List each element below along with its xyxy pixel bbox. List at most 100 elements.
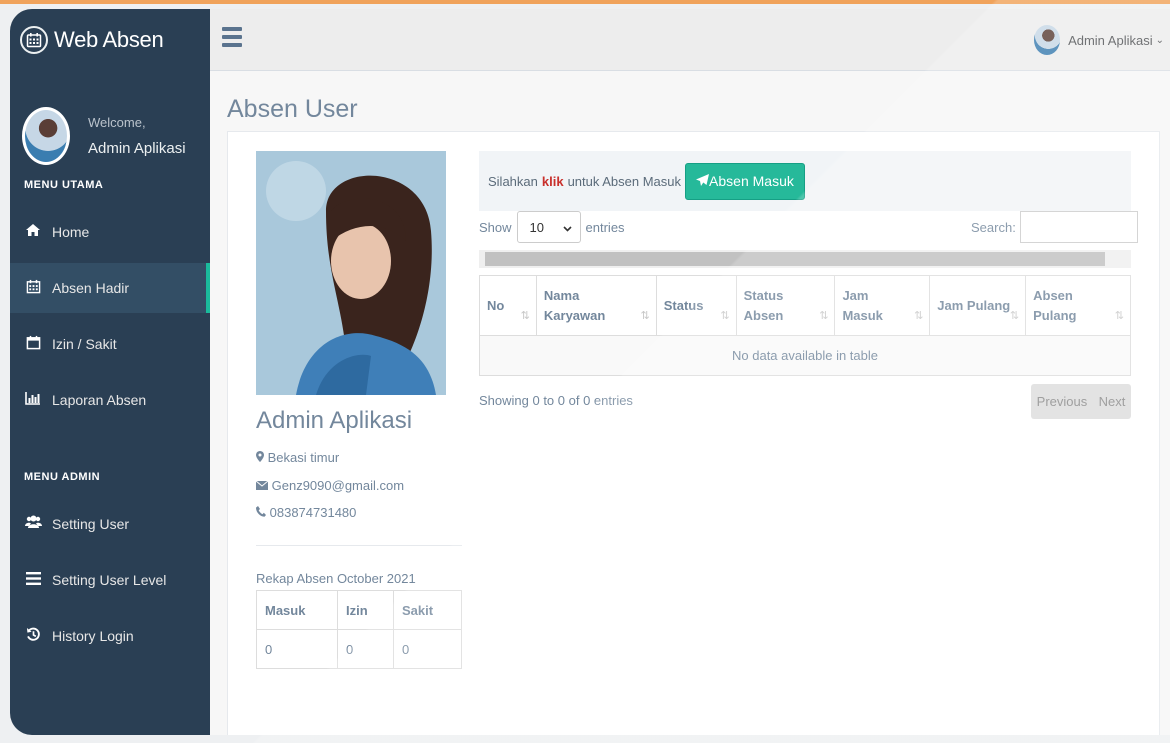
- absen-prompt: Silahkan klik untuk Absen Masuk Absen Ma…: [479, 151, 1131, 211]
- paper-plane-icon: [696, 173, 710, 189]
- rekap-value: 0: [256, 629, 338, 669]
- table-info: Showing 0 to 0 of 0 entries: [479, 393, 633, 408]
- column-header-status[interactable]: Status ⇅: [655, 275, 737, 336]
- sidebar-item-label: Home: [52, 224, 90, 240]
- chevron-down-icon: [562, 220, 572, 235]
- bar-chart-icon: [24, 391, 42, 409]
- column-header-no[interactable]: No ⇅: [479, 275, 537, 336]
- app-window: Web Absen Welcome, Admin Aplikasi MENU U…: [10, 9, 1170, 735]
- prompt-klik: klik: [541, 173, 564, 189]
- main-content: Absen User Admin Aplikasi Bekasi timur G…: [210, 71, 1170, 735]
- menu-toggle-icon[interactable]: [222, 27, 242, 47]
- sidebar-item-izin-sakit[interactable]: Izin / Sakit: [10, 319, 210, 369]
- phone-text: 083874731480: [269, 505, 357, 520]
- top-accent-stripe: [0, 0, 1170, 4]
- menu-section-admin: MENU ADMIN: [24, 471, 101, 483]
- location-line: Bekasi timur: [256, 450, 339, 465]
- phone-icon: [256, 505, 270, 520]
- avatar: [1034, 25, 1061, 55]
- sort-icon: ⇅: [1114, 310, 1124, 322]
- search-input[interactable]: [1019, 211, 1138, 243]
- brand[interactable]: Web Absen: [10, 9, 210, 71]
- email-line: Genz9090@gmail.com: [255, 478, 405, 493]
- column-header-jam-masuk[interactable]: Jam Masuk ⇅: [834, 275, 931, 336]
- calendar-icon: [24, 279, 42, 298]
- sidebar-item-label: Absen Hadir: [52, 280, 130, 296]
- avatar: [22, 107, 70, 165]
- sort-icon: ⇅: [640, 310, 650, 322]
- show-label: Show: [479, 219, 512, 235]
- column-header-status-absen[interactable]: Status Absen ⇅: [735, 275, 836, 336]
- envelope-icon: [255, 478, 272, 493]
- menu-section-utama: MENU UTAMA: [24, 179, 104, 191]
- column-header-jam-pulang[interactable]: Jam Pulang ⇅: [929, 275, 1027, 336]
- map-marker-icon: [256, 450, 268, 465]
- absen-masuk-label: Absen Masuk: [709, 173, 794, 189]
- absen-masuk-button[interactable]: Absen Masuk: [685, 162, 805, 200]
- absen-table: No ⇅ Nama Karyawan ⇅ Status ⇅ Status Abs…: [479, 275, 1131, 376]
- entries-label: entries: [585, 219, 625, 235]
- sort-icon: ⇅: [520, 310, 530, 322]
- column-header-nama-karyawan[interactable]: Nama Karyawan ⇅: [535, 275, 657, 336]
- table-row: No data available in table: [479, 335, 1131, 376]
- rekap-header: Masuk: [256, 590, 338, 630]
- history-icon: [24, 627, 42, 646]
- sidebar-item-label: History Login: [52, 628, 134, 644]
- scrollbar-thumb[interactable]: [485, 252, 1105, 266]
- sidebar-profile: Welcome, Admin Aplikasi: [10, 71, 210, 179]
- phone-line: 083874731480: [256, 505, 356, 520]
- prompt-text-after: untuk Absen Masuk: [567, 173, 682, 189]
- sidebar-item-absen-hadir[interactable]: Absen Hadir: [10, 263, 210, 313]
- divider: [256, 545, 462, 546]
- entries-select-value: 10: [529, 219, 544, 235]
- rekap-value: 0: [393, 629, 462, 669]
- next-button[interactable]: Next: [1099, 394, 1126, 409]
- email-text: Genz9090@gmail.com: [271, 478, 405, 493]
- search-label: Search:: [971, 219, 1016, 235]
- rekap-table: Masuk Izin Sakit 0 0 0: [256, 590, 462, 669]
- sidebar-item-label: Setting User: [52, 516, 130, 532]
- brand-title: Web Absen: [54, 26, 164, 52]
- list-icon: [24, 571, 42, 589]
- sidebar-item-laporan-absen[interactable]: Laporan Absen: [10, 375, 210, 425]
- location-text: Bekasi timur: [267, 450, 340, 465]
- sidebar-item-setting-user-level[interactable]: Setting User Level: [10, 555, 210, 605]
- home-icon: [24, 223, 42, 241]
- user-dropdown[interactable]: Admin Aplikasi ⌄: [1034, 25, 1164, 55]
- sidebar: Web Absen Welcome, Admin Aplikasi MENU U…: [10, 9, 210, 735]
- sidebar-item-history-login[interactable]: History Login: [10, 611, 210, 661]
- horizontal-scrollbar[interactable]: [479, 250, 1131, 268]
- pagination: Previous Next: [1031, 384, 1131, 419]
- welcome-text: Welcome,: [88, 115, 146, 130]
- rekap-title: Rekap Absen October 2021: [256, 571, 416, 586]
- sidebar-item-setting-user[interactable]: Setting User: [10, 499, 210, 549]
- calendar-icon: [20, 25, 48, 54]
- entries-select[interactable]: 10: [516, 211, 581, 243]
- sidebar-item-label: Izin / Sakit: [52, 336, 117, 352]
- profile-photo: [256, 151, 446, 395]
- previous-button[interactable]: Previous: [1037, 394, 1088, 409]
- sidebar-item-label: Laporan Absen: [52, 392, 147, 408]
- table-search: Search:: [971, 211, 1138, 243]
- empty-table-message: No data available in table: [479, 335, 1131, 376]
- sort-icon: ⇅: [914, 310, 924, 322]
- sort-icon: ⇅: [720, 310, 730, 322]
- users-icon: [24, 515, 42, 533]
- top-navbar: Admin Aplikasi ⌄: [210, 9, 1170, 71]
- chevron-down-icon: ⌄: [1155, 34, 1164, 46]
- column-header-absen-pulang[interactable]: Absen Pulang ⇅: [1025, 275, 1131, 336]
- prompt-text-before: Silahkan: [488, 173, 538, 189]
- sidebar-item-label: Setting User Level: [52, 572, 167, 588]
- profile-name: Admin Aplikasi: [88, 140, 186, 157]
- sort-icon: ⇅: [1009, 310, 1020, 322]
- rekap-header: Izin: [337, 590, 394, 630]
- page-title: Absen User: [227, 95, 358, 123]
- user-dropdown-name: Admin Aplikasi: [1068, 32, 1153, 48]
- user-name: Admin Aplikasi: [256, 407, 413, 434]
- calendar-blank-icon: [24, 335, 42, 354]
- rekap-value: 0: [337, 629, 394, 669]
- entries-length-control: Show 10 entries: [479, 211, 625, 243]
- sort-icon: ⇅: [819, 310, 829, 322]
- sidebar-item-home[interactable]: Home: [10, 207, 210, 257]
- absen-panel: Admin Aplikasi Bekasi timur Genz9090@gma…: [227, 131, 1160, 735]
